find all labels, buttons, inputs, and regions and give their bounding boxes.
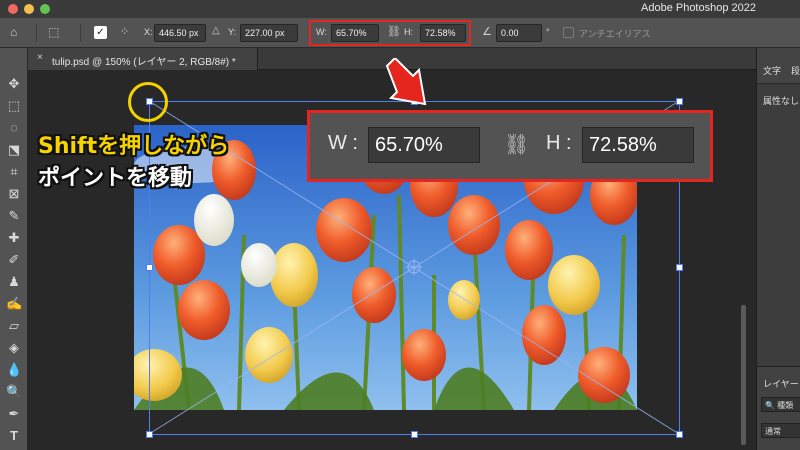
frame-tool-icon[interactable]: ⊠ bbox=[6, 186, 22, 202]
x-label: X: bbox=[144, 27, 153, 37]
app-title: Adobe Photoshop 2022 bbox=[641, 2, 756, 14]
close-tab-icon[interactable]: × bbox=[37, 52, 43, 63]
transform-handle-bottom-right[interactable] bbox=[676, 431, 683, 438]
y-label: Y: bbox=[228, 27, 237, 37]
zoom-h-label: H : bbox=[546, 132, 572, 154]
eraser-tool-icon[interactable]: ▱ bbox=[6, 318, 22, 334]
reference-point-grid-icon[interactable]: ⁘ bbox=[120, 25, 129, 38]
stamp-tool-icon[interactable]: ♟ bbox=[6, 274, 22, 290]
link-icon: ⛓ bbox=[504, 134, 530, 156]
layer-search-field[interactable]: 🔍 種類 bbox=[761, 397, 800, 412]
tab-paragraph[interactable]: 段 bbox=[791, 64, 800, 77]
brush-tool-icon[interactable]: ✐ bbox=[6, 252, 22, 268]
eyedropper-tool-icon[interactable]: ✎ bbox=[6, 208, 22, 224]
close-window-button[interactable] bbox=[8, 4, 18, 14]
zoom-w-field: 65.70% bbox=[368, 127, 480, 163]
x-field[interactable]: 446.50 px bbox=[154, 24, 206, 42]
home-icon[interactable]: ⌂ bbox=[10, 25, 17, 39]
antialias-checkbox[interactable] bbox=[563, 27, 574, 38]
title-bar: Adobe Photoshop 2022 bbox=[0, 0, 800, 18]
tools-panel: ✥ ⬚ ◌ ⬔ ⌗ ⊠ ✎ ✚ ✐ ♟ ✍ ▱ ◈ 💧 🔍 ✒ T bbox=[0, 48, 28, 450]
crop-tool-icon[interactable]: ⌗ bbox=[6, 164, 22, 180]
red-arrow-icon bbox=[385, 58, 427, 106]
y-field[interactable]: 227.00 px bbox=[240, 24, 298, 42]
angle-unit: ° bbox=[546, 27, 550, 37]
transform-tool-icon[interactable]: ⬚ bbox=[48, 25, 59, 39]
zoom-window-button[interactable] bbox=[40, 4, 50, 14]
document-tab-label: tulip.psd @ 150% (レイヤー 2, RGB/8#) * bbox=[52, 57, 236, 68]
move-tool-icon[interactable]: ✥ bbox=[6, 76, 22, 92]
dodge-tool-icon[interactable]: 🔍 bbox=[6, 384, 22, 400]
attribute-label: 属性なし bbox=[763, 96, 800, 106]
transform-handle-bottom[interactable] bbox=[411, 431, 418, 438]
delta-icon: △ bbox=[212, 25, 220, 36]
select-tool-icon[interactable]: ⬔ bbox=[6, 142, 22, 158]
document-tab[interactable]: × tulip.psd @ 150% (レイヤー 2, RGB/8#) * bbox=[28, 48, 258, 70]
options-highlight-box bbox=[309, 20, 471, 46]
photoshop-window: Adobe Photoshop 2022 ⌂ ⬚ ✓ ⁘ X: 446.50 p… bbox=[0, 0, 800, 450]
minimize-window-button[interactable] bbox=[24, 4, 34, 14]
blend-mode-select[interactable]: 通常 bbox=[761, 423, 800, 438]
zoomed-size-box: W : 65.70% ⛓ H : 72.58% bbox=[307, 110, 713, 182]
antialias-label: アンチエイリアス bbox=[579, 29, 651, 39]
handle-highlight-circle bbox=[128, 82, 168, 122]
canvas-scrollbar[interactable] bbox=[741, 305, 746, 445]
zoom-h-field: 72.58% bbox=[582, 127, 694, 163]
right-panel: 文字 段 属性なし レイヤー 🔍 種類 通常 bbox=[756, 48, 800, 450]
layers-panel-label[interactable]: レイヤー bbox=[763, 377, 799, 390]
callout-line-2: ポイントを移動 bbox=[38, 166, 193, 191]
reference-point-checkbox[interactable]: ✓ bbox=[94, 26, 107, 39]
angle-icon: ∠ bbox=[482, 26, 492, 38]
history-brush-tool-icon[interactable]: ✍ bbox=[6, 296, 22, 312]
blur-tool-icon[interactable]: 💧 bbox=[6, 362, 22, 378]
paint-bucket-tool-icon[interactable]: ◈ bbox=[6, 340, 22, 356]
layers-panel: レイヤー 🔍 種類 通常 bbox=[757, 366, 800, 450]
divider bbox=[80, 24, 81, 42]
lasso-tool-icon[interactable]: ◌ bbox=[6, 120, 22, 136]
healing-tool-icon[interactable]: ✚ bbox=[6, 230, 22, 246]
pen-tool-icon[interactable]: ✒ bbox=[6, 406, 22, 422]
marquee-tool-icon[interactable]: ⬚ bbox=[6, 98, 22, 114]
transform-handle-bottom-left[interactable] bbox=[146, 431, 153, 438]
transform-handle-top-right[interactable] bbox=[676, 98, 683, 105]
tab-character[interactable]: 文字 bbox=[763, 64, 781, 77]
angle-field[interactable]: 0.00 bbox=[496, 24, 542, 42]
transform-handle-right[interactable] bbox=[676, 264, 683, 271]
zoom-w-label: W : bbox=[328, 132, 358, 154]
divider bbox=[36, 24, 37, 42]
transform-handle-left[interactable] bbox=[146, 264, 153, 271]
type-tool-icon[interactable]: T bbox=[6, 428, 22, 444]
character-panel-tabs: 文字 段 bbox=[757, 48, 800, 84]
callout-line-1: Shiftを押しながら bbox=[38, 134, 230, 159]
